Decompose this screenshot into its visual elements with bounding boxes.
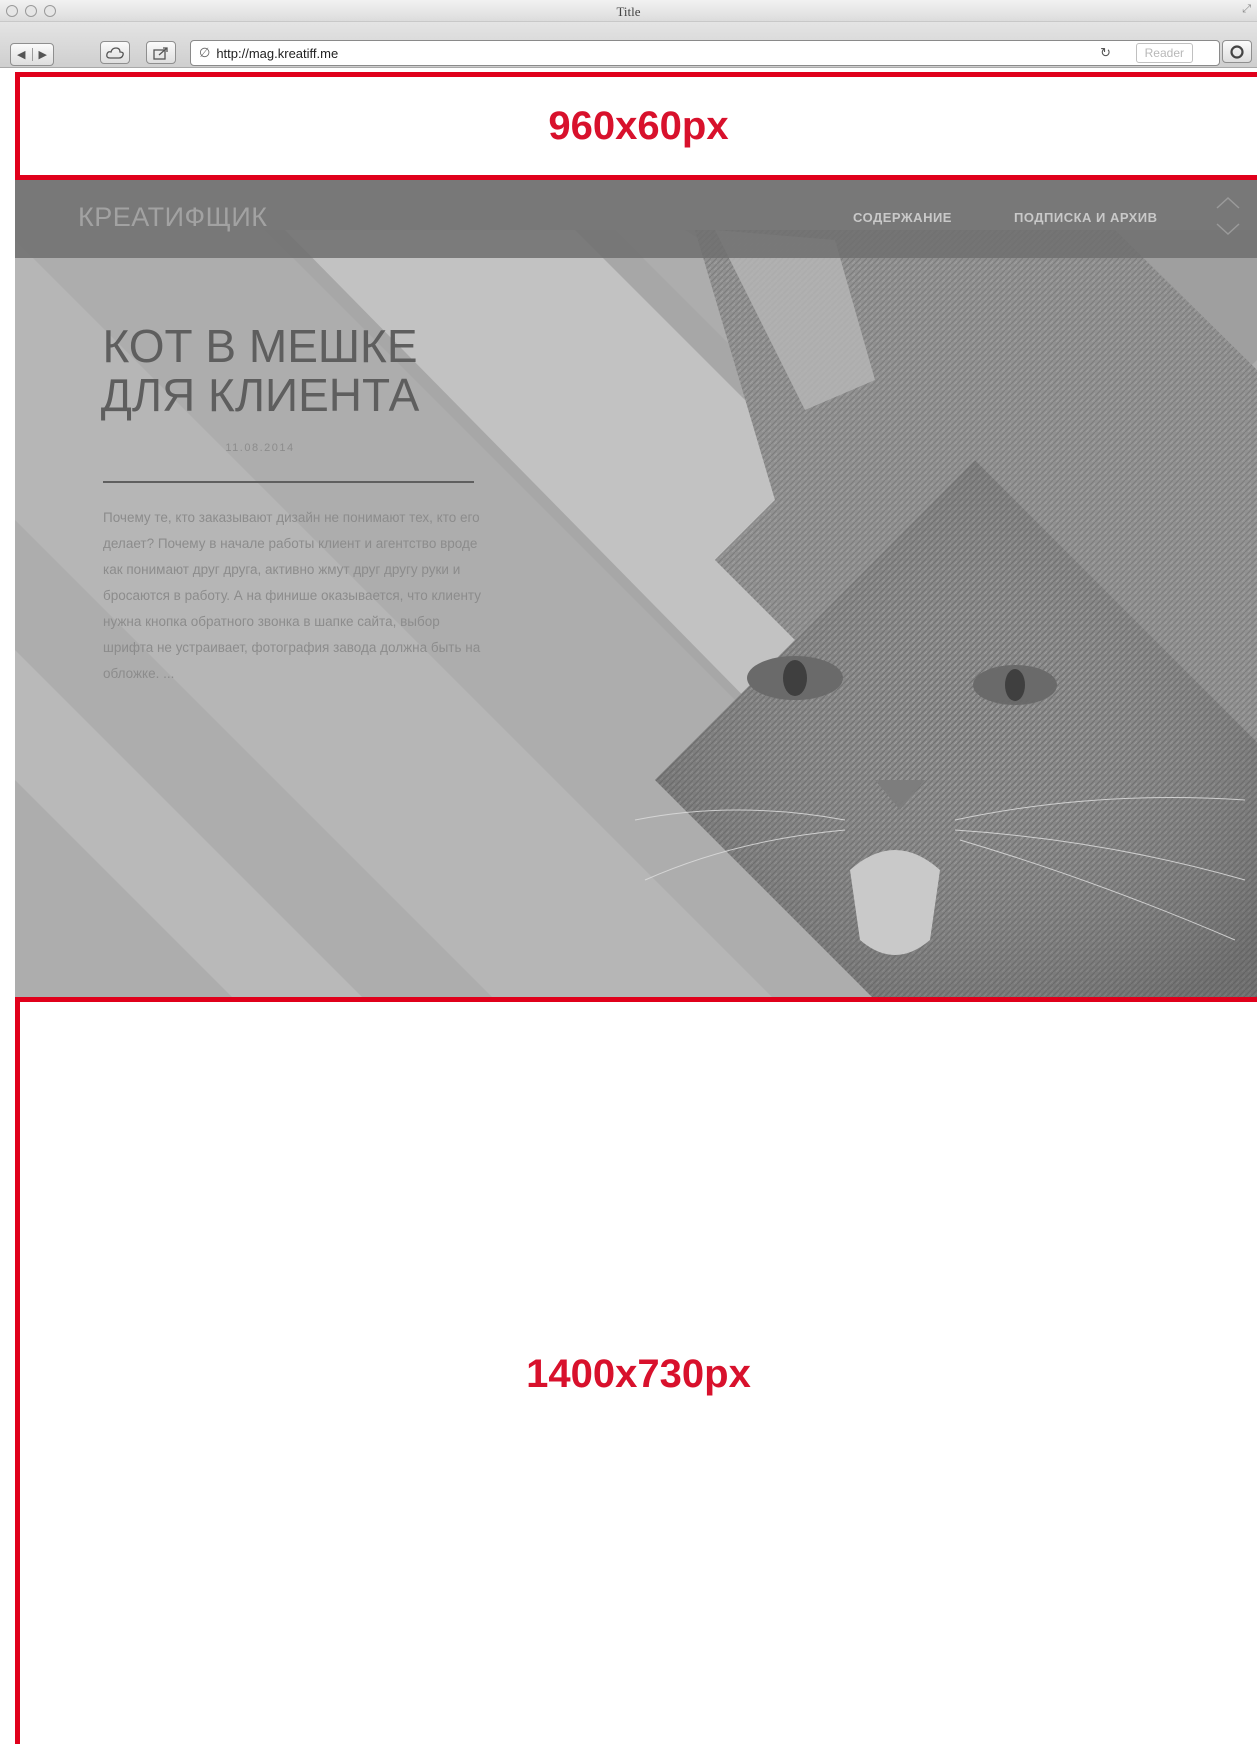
window-title: Title — [616, 4, 641, 19]
article-title[interactable]: КОТ В МЕШКЕ ДЛЯ КЛИЕНТА — [100, 322, 420, 420]
fullscreen-icon[interactable]: ⤢ — [1242, 3, 1251, 16]
cloud-icon — [106, 46, 124, 59]
article-divider — [103, 481, 474, 483]
cloud-button[interactable] — [100, 41, 130, 64]
url-text: http://mag.kreatiff.me — [216, 45, 339, 61]
forward-arrow-icon[interactable]: ▶ — [31, 48, 54, 61]
site-navbar: КРЕАТИФЩИК СОДЕРЖАНИЕ ПОДПИСКА И АРХИВ — [15, 180, 1257, 258]
share-button[interactable] — [146, 41, 176, 64]
article-title-line-2: ДЛЯ КЛИЕНТА — [100, 369, 420, 421]
header-size-annotation: 960x60px — [15, 72, 1257, 180]
nav-link-subscription-archive[interactable]: ПОДПИСКА И АРХИВ — [1014, 210, 1157, 225]
chevron-up-down-icon[interactable] — [1215, 194, 1241, 238]
share-icon — [153, 46, 168, 60]
site-icon: ∅ — [199, 45, 211, 60]
hero-section: КРЕАТИФЩИК СОДЕРЖАНИЕ ПОДПИСКА И АРХИВ К… — [15, 180, 1257, 997]
window-titlebar: Title ⤢ — [0, 0, 1257, 22]
hero-size-label: 1400x730px — [526, 1352, 751, 1396]
address-bar[interactable]: ∅ http://mag.kreatiff.me ↻ Reader — [190, 40, 1220, 66]
screenshot: Title ⤢ ◀ ▶ ∅ http://mag.kreatiff.me ↻ R… — [0, 0, 1257, 1744]
back-forward-buttons: ◀ ▶ — [10, 43, 54, 66]
reload-icon[interactable]: ↻ — [1100, 45, 1111, 61]
hero-size-annotation: 1400x730px — [15, 997, 1257, 1744]
article-excerpt: Почему те, кто заказывают дизайн не пони… — [103, 510, 481, 681]
site-logo[interactable]: КРЕАТИФЩИК — [78, 202, 268, 233]
extension-button[interactable] — [1222, 40, 1252, 63]
extension-icon — [1230, 44, 1244, 59]
back-arrow-icon[interactable]: ◀ — [11, 48, 32, 61]
article-date: 11.08.2014 — [225, 442, 295, 454]
header-size-label: 960x60px — [548, 103, 729, 148]
article-title-line-1: КОТ В МЕШКЕ — [102, 320, 418, 372]
nav-link-contents[interactable]: СОДЕРЖАНИЕ — [853, 210, 952, 225]
reader-button[interactable]: Reader — [1135, 43, 1193, 63]
